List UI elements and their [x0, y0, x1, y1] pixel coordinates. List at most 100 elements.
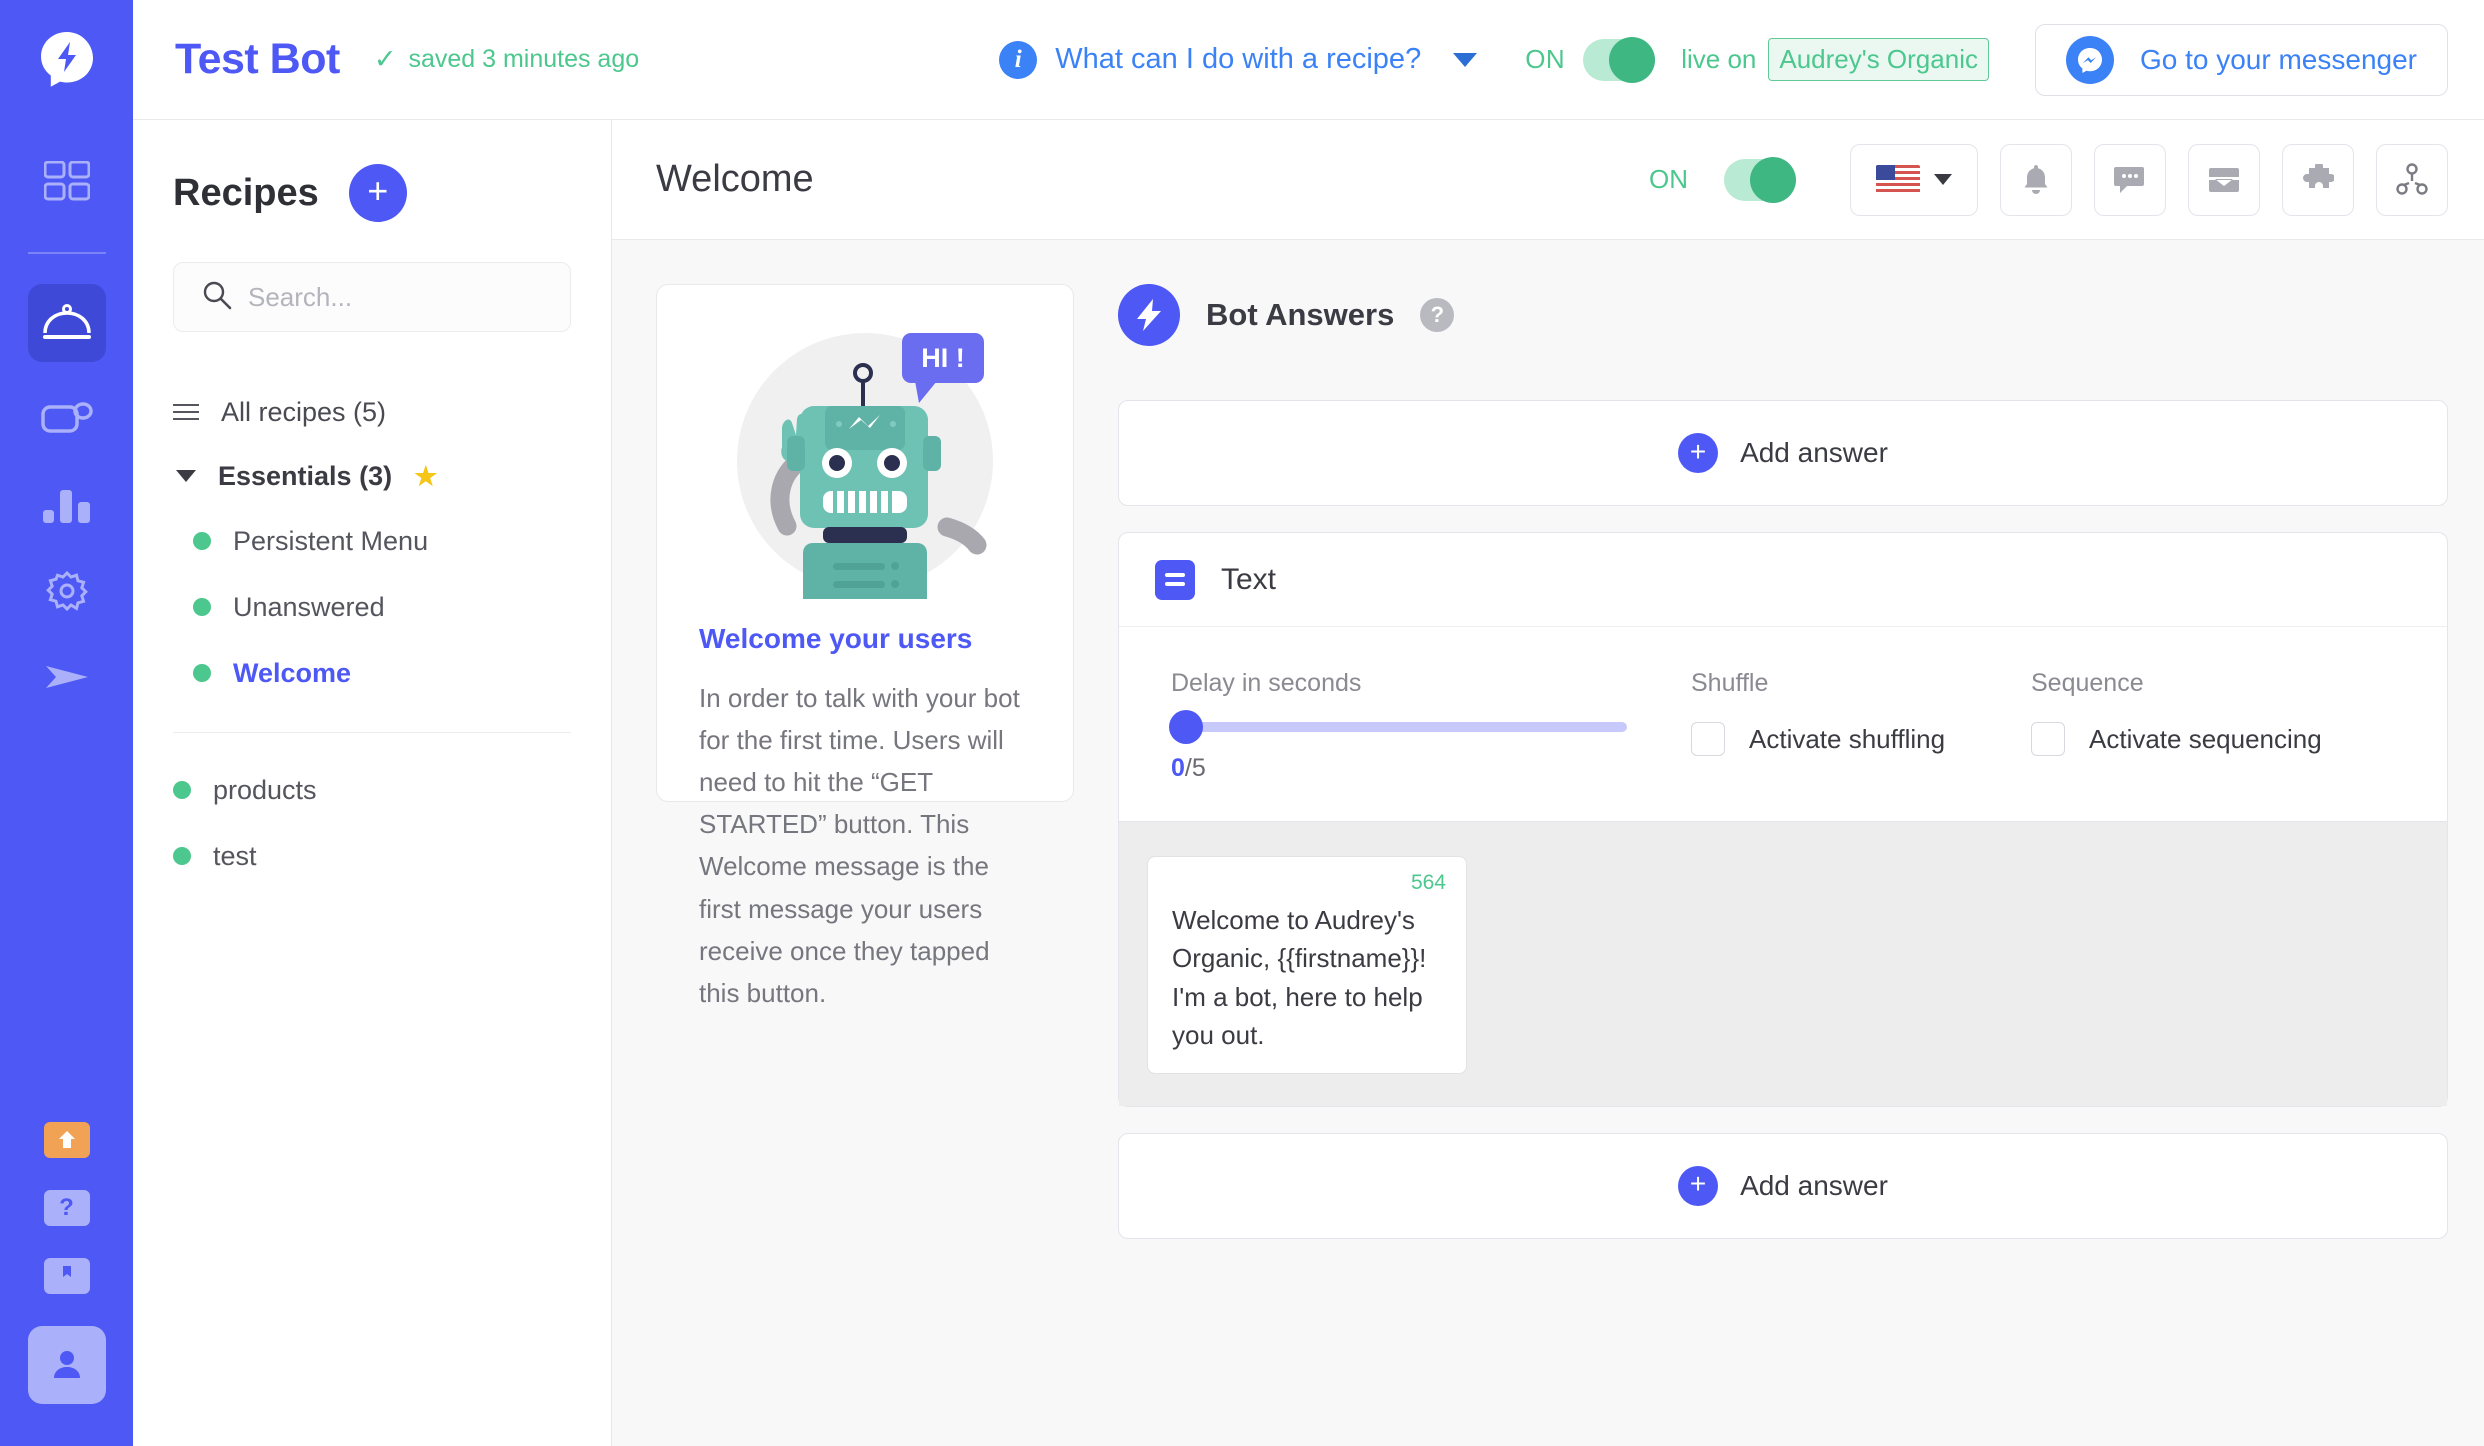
share-icon — [2396, 162, 2428, 195]
upgrade-icon — [58, 1131, 75, 1148]
chevron-down-icon — [1934, 174, 1952, 185]
chat-bubble-icon — [2114, 166, 2144, 193]
bot-power-toggle[interactable] — [1583, 36, 1656, 83]
main-content: Welcome ON HI ! Welcome your users In or… — [612, 120, 2484, 1446]
status-dot — [193, 532, 211, 550]
recipes-title: Recipes — [173, 171, 319, 214]
recipe-label: Welcome — [233, 657, 352, 688]
sidebar-item-products[interactable]: products — [133, 757, 611, 823]
top-bar-center: i What can I do with a recipe? ON live o… — [999, 36, 1989, 83]
all-recipes-label: All recipes (5) — [221, 396, 387, 427]
plus-icon: + — [1678, 1165, 1719, 1206]
messenger-icon — [2065, 35, 2114, 84]
delay-option: Delay in seconds 0/5 — [1169, 669, 1691, 783]
add-recipe-button[interactable]: + — [348, 164, 407, 222]
search-icon — [202, 280, 232, 315]
search-input[interactable] — [248, 281, 552, 313]
go-to-messenger-button[interactable]: Go to your messenger — [2034, 23, 2448, 96]
recipe-help-link[interactable]: What can I do with a recipe? — [1055, 43, 1421, 76]
delay-max-suffix: /5 — [1184, 754, 1206, 782]
sidebar-item-account[interactable] — [27, 1326, 106, 1404]
sidebar-item-analytics[interactable] — [38, 476, 96, 534]
sidebar-item-persistent-menu[interactable]: Persistent Menu — [133, 508, 611, 574]
sidebar-item-test[interactable]: test — [133, 823, 611, 889]
plugins-button[interactable] — [2282, 143, 2354, 216]
recipe-label: products — [213, 774, 317, 805]
rail-divider — [27, 252, 106, 254]
sidebar-item-broadcast[interactable] — [38, 390, 96, 448]
sidebar-item-docs[interactable] — [43, 1258, 90, 1294]
messages-button[interactable] — [2094, 143, 2166, 216]
add-answer-button-bottom[interactable]: + Add answer — [1118, 1132, 2448, 1239]
message-text[interactable]: Welcome to Audrey's Organic, {{firstname… — [1172, 901, 1442, 1055]
main-header-tools: ON — [1649, 143, 2448, 216]
shuffle-checkbox[interactable] — [1691, 722, 1725, 756]
sequence-checkbox[interactable] — [2031, 722, 2065, 756]
slider-thumb[interactable] — [1169, 710, 1203, 744]
toggle-knob — [1750, 156, 1796, 203]
live-on-label: live on — [1681, 44, 1757, 74]
notifications-button[interactable] — [2000, 143, 2072, 216]
shuffle-option: Shuffle Activate shuffling — [1691, 669, 2031, 783]
add-answer-label: Add answer — [1740, 437, 1888, 468]
svg-text:HI !: HI ! — [921, 343, 965, 373]
text-block-title: Text — [1221, 562, 1277, 596]
text-block-options: Delay in seconds 0/5 Shuffle Activate sh… — [1119, 627, 2447, 821]
recipe-on-label: ON — [1649, 164, 1688, 194]
recipe-label: Unanswered — [233, 591, 385, 622]
recipes-divider — [173, 732, 571, 733]
delay-label: Delay in seconds — [1171, 669, 1362, 697]
shuffle-checkbox-row[interactable]: Activate shuffling — [1691, 722, 2031, 756]
sidebar-item-dashboard[interactable] — [38, 152, 96, 210]
send-icon — [45, 666, 88, 688]
connected-page-chip[interactable]: Audrey's Organic — [1768, 38, 1989, 81]
chevron-down-icon[interactable] — [1453, 52, 1478, 67]
inbox-button[interactable] — [2188, 143, 2260, 216]
shuffle-checkbox-label: Activate shuffling — [1749, 723, 1946, 754]
app-logo[interactable] — [0, 0, 133, 120]
integrations-button[interactable] — [2376, 143, 2448, 216]
delay-value-readout: 0/5 — [1171, 754, 1691, 783]
add-answer-button-top[interactable]: + Add answer — [1118, 400, 2448, 506]
add-answer-label: Add answer — [1740, 1169, 1888, 1201]
plus-icon: + — [1678, 433, 1719, 473]
bell-icon — [2024, 164, 2048, 194]
text-block-icon — [1155, 559, 1195, 600]
puzzle-icon — [2303, 163, 2334, 188]
recipes-search-box[interactable] — [173, 262, 571, 332]
main-body: HI ! Welcome your users In order to talk… — [612, 240, 2484, 1446]
recipes-group-essentials[interactable]: Essentials (3) ★ — [133, 444, 611, 508]
message-editor-area: 564 Welcome to Audrey's Organic, {{first… — [1119, 821, 2447, 1106]
sidebar-item-unanswered[interactable]: Unanswered — [133, 574, 611, 640]
bot-answers-header: Bot Answers ? — [1118, 284, 2448, 346]
status-dot — [173, 781, 191, 799]
help-icon[interactable]: ? — [1420, 298, 1455, 332]
sidebar-item-welcome[interactable]: Welcome — [133, 640, 611, 706]
recipes-panel: Recipes + All recipes (5) Essentials (3)… — [133, 120, 612, 1446]
chevron-down-icon — [176, 470, 196, 482]
broadcast-icon — [40, 402, 93, 433]
main-header: Welcome ON — [612, 120, 2484, 240]
sidebar-item-recipes[interactable] — [27, 284, 106, 362]
sidebar-item-all-recipes[interactable]: All recipes (5) — [133, 380, 611, 444]
recipe-power-toggle[interactable] — [1724, 156, 1796, 203]
sequence-checkbox-row[interactable]: Activate sequencing — [2031, 722, 2371, 756]
group-label: Essentials (3) — [218, 460, 393, 491]
sidebar-item-help[interactable]: ? — [43, 1190, 90, 1226]
info-icon[interactable]: i — [999, 40, 1038, 79]
sidebar-item-upgrade[interactable] — [43, 1122, 90, 1158]
delay-slider[interactable] — [1169, 710, 1627, 744]
account-icon — [53, 1351, 80, 1378]
analytics-icon — [42, 490, 90, 523]
bot-answers-title: Bot Answers — [1206, 297, 1395, 332]
us-flag-icon — [1876, 164, 1920, 195]
sidebar-item-send[interactable] — [38, 648, 96, 706]
text-block-header: Text — [1119, 533, 2447, 627]
message-input-box[interactable]: 564 Welcome to Audrey's Organic, {{first… — [1147, 856, 1467, 1074]
sidebar-item-settings[interactable] — [38, 562, 96, 620]
language-selector[interactable] — [1850, 143, 1978, 216]
star-icon: ★ — [414, 460, 438, 491]
status-dot — [193, 664, 211, 682]
delay-value: 0 — [1171, 754, 1185, 782]
body-row: ? Recipes + Search... All recipes (5) Es… — [0, 120, 2484, 1446]
